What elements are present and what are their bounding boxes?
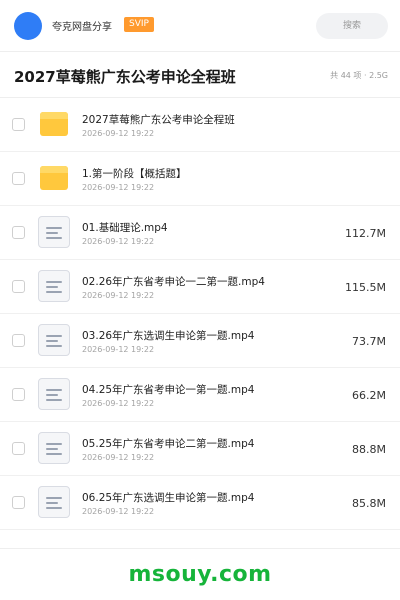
item-name[interactable]: 1.第一阶段【概括题】 <box>82 166 187 181</box>
item-date: 2026-09-12 19:22 <box>82 291 155 300</box>
item-size: 66.2M <box>352 389 386 402</box>
video-file-icon <box>38 270 70 302</box>
svip-badge: SVIP <box>124 17 154 32</box>
item-size: 85.8M <box>352 497 386 510</box>
item-size: 73.7M <box>352 335 386 348</box>
item-size: 112.7M <box>345 227 386 240</box>
item-name[interactable]: 05.25年广东省考申论二第一题.mp4 <box>82 436 254 451</box>
item-count-size: 共 44 项 · 2.5G <box>330 71 388 80</box>
item-name[interactable]: 02.26年广东省考申论一二第一题.mp4 <box>82 274 265 289</box>
row-checkbox[interactable] <box>12 226 25 239</box>
item-date: 2026-09-12 19:22 <box>82 237 155 246</box>
file-row[interactable]: 04.25年广东省考申论一第一题.mp4 2026-09-12 19:22 66.2… <box>0 368 400 422</box>
file-row[interactable]: 05.25年广东省考申论二第一题.mp4 2026-09-12 19:22 88.8… <box>0 422 400 476</box>
file-row[interactable]: 06.25年广东选调生申论第一题.mp4 2026-09-12 19:22 85.8… <box>0 476 400 530</box>
site-watermark: msouy.com <box>128 562 272 587</box>
item-date: 2026-09-12 19:22 <box>82 453 155 462</box>
item-date: 2026-09-12 19:22 <box>82 399 155 408</box>
item-name[interactable]: 03.26年广东选调生申论第一题.mp4 <box>82 328 254 343</box>
file-row[interactable]: 03.26年广东选调生申论第一题.mp4 2026-09-12 19:22 73.7… <box>0 314 400 368</box>
video-file-icon <box>38 216 70 248</box>
video-file-icon <box>38 486 70 518</box>
row-checkbox[interactable] <box>12 172 25 185</box>
footer-divider <box>0 548 400 549</box>
share-username: 夸克网盘分享 <box>52 22 112 33</box>
item-name[interactable]: 2027草莓熊广东公考申论全程班 <box>82 112 235 127</box>
file-row[interactable]: 02.26年广东省考申论一二第一题.mp4 2026-09-12 19:22 115… <box>0 260 400 314</box>
top-bar: 夸克网盘分享 SVIP 搜索 <box>0 0 400 52</box>
row-checkbox[interactable] <box>12 496 25 509</box>
video-file-icon <box>38 378 70 410</box>
title-bar: 2027草莓熊广东公考申论全程班 共 44 项 · 2.5G <box>0 52 400 98</box>
file-row[interactable]: 01.基础理论.mp4 2026-09-12 19:22 112.7M <box>0 206 400 260</box>
item-date: 2026-09-12 19:22 <box>82 345 155 354</box>
row-checkbox[interactable] <box>12 280 25 293</box>
row-checkbox[interactable] <box>12 334 25 347</box>
avatar[interactable] <box>14 12 42 40</box>
row-checkbox[interactable] <box>12 388 25 401</box>
search-input[interactable]: 搜索 <box>316 13 388 39</box>
folder-row[interactable]: 1.第一阶段【概括题】 2026-09-12 19:22 <box>0 152 400 206</box>
file-list: 2027草莓熊广东公考申论全程班 2026-09-12 19:22 1.第一阶段【概… <box>0 98 400 530</box>
video-file-icon <box>38 432 70 464</box>
row-checkbox[interactable] <box>12 118 25 131</box>
item-name[interactable]: 01.基础理论.mp4 <box>82 220 168 235</box>
video-file-icon <box>38 324 70 356</box>
item-date: 2026-09-12 19:22 <box>82 183 155 192</box>
folder-icon <box>38 162 70 194</box>
item-size: 88.8M <box>352 443 386 456</box>
row-checkbox[interactable] <box>12 442 25 455</box>
item-date: 2026-09-12 19:22 <box>82 129 155 138</box>
folder-row[interactable]: 2027草莓熊广东公考申论全程班 2026-09-12 19:22 <box>0 98 400 152</box>
item-date: 2026-09-12 19:22 <box>82 507 155 516</box>
folder-icon <box>38 108 70 140</box>
item-name[interactable]: 04.25年广东省考申论一第一题.mp4 <box>82 382 254 397</box>
item-name[interactable]: 06.25年广东选调生申论第一题.mp4 <box>82 490 254 505</box>
page-title: 2027草莓熊广东公考申论全程班 <box>14 68 236 86</box>
item-size: 115.5M <box>345 281 386 294</box>
